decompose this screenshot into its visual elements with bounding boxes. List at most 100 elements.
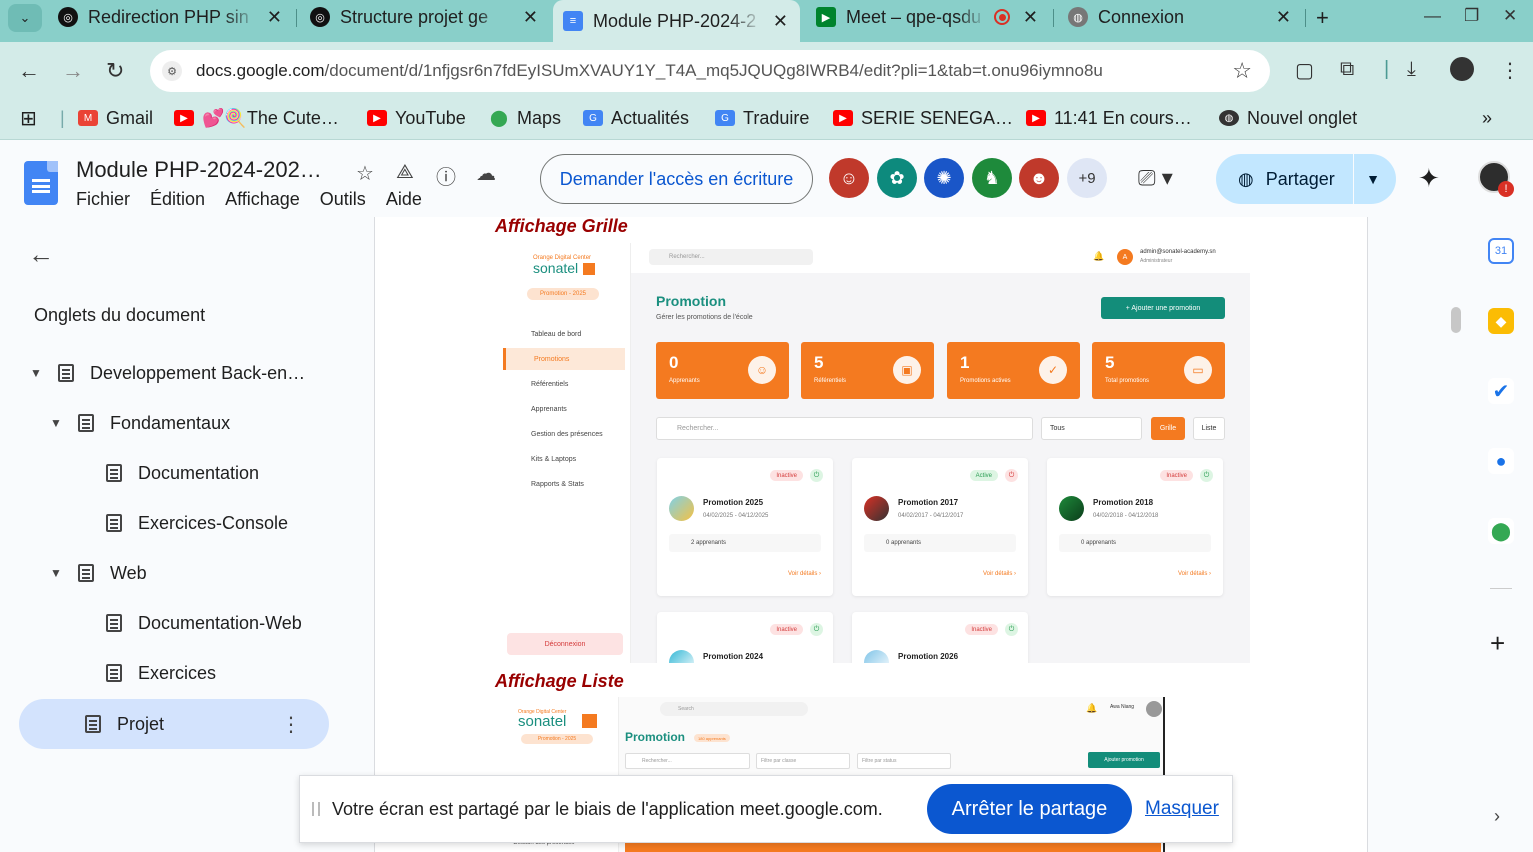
browser-tab[interactable]: ◍ Connexion ✕ (1058, 0, 1303, 34)
book-icon: ▣ (893, 356, 921, 384)
bookmark-item[interactable]: ▶ 💕🍭The Cute… (174, 105, 339, 131)
more-bookmarks-icon[interactable]: » (1482, 105, 1492, 131)
chevron-down-icon[interactable]: ▼ (1366, 171, 1380, 187)
bookmark-item[interactable]: M Gmail (78, 105, 153, 131)
collaborator-avatar[interactable]: ☺ (829, 158, 869, 198)
info-icon[interactable]: ⓘ (436, 161, 456, 190)
minimize-icon[interactable]: — (1424, 6, 1441, 26)
outline-item-selected[interactable]: Projet ⋮ (19, 699, 329, 749)
bookmark-item[interactable]: ◍ Nouvel onglet (1219, 105, 1357, 131)
menu-help[interactable]: Aide (386, 189, 422, 210)
stop-sharing-button[interactable]: Arrêter le partage (927, 784, 1132, 834)
menu-kebab-icon[interactable]: ⋮ (1500, 58, 1520, 83)
browser-tab[interactable]: ▶ Meet – qpe-qsdu ✕ (806, 0, 1050, 34)
tab-title: Structure projet ge (340, 6, 489, 27)
docs-header: Module PHP-2024-202… ☆ ⟁ ⓘ ☁ Fichier Édi… (0, 141, 1533, 217)
close-window-icon[interactable]: ✕ (1503, 6, 1517, 26)
caret-down-icon[interactable]: ▼ (50, 416, 66, 430)
close-icon[interactable]: ✕ (267, 7, 282, 28)
bookmark-item[interactable]: G Actualités (583, 105, 689, 131)
folder-icon: ▭ (1184, 356, 1212, 384)
tasks-icon[interactable]: ✔ (1488, 378, 1514, 404)
url-text: docs.google.com/document/d/1nfjgsr6n7fdE… (196, 61, 1103, 80)
outline-item[interactable]: ▼ Fondamentaux (50, 398, 350, 448)
back-arrow-icon[interactable]: ← (28, 239, 54, 270)
mock-logo: sonatel (533, 260, 579, 276)
bookmark-star-icon[interactable]: ☆ (1232, 58, 1252, 84)
forward-icon[interactable]: → (62, 58, 84, 84)
contacts-icon[interactable]: ● (1488, 448, 1514, 474)
menu-file[interactable]: Fichier (76, 189, 130, 210)
outline-item[interactable]: Documentation (106, 448, 346, 498)
star-icon[interactable]: ☆ (356, 161, 374, 186)
keep-icon[interactable]: ◆ (1488, 308, 1514, 334)
collaborator-avatar[interactable]: ♞ (972, 158, 1012, 198)
outline-item[interactable]: Documentation-Web (106, 598, 346, 648)
add-addon-icon[interactable]: + (1490, 628, 1505, 659)
document-icon (106, 664, 122, 682)
docs-logo-icon[interactable] (24, 161, 58, 205)
hide-link[interactable]: Masquer (1145, 798, 1219, 820)
bookmark-item[interactable]: ▶ 11:41 En cours… (1026, 105, 1192, 131)
menu-view[interactable]: Affichage (225, 189, 300, 210)
more-collaborators-badge[interactable]: +9 (1067, 158, 1107, 198)
outline-item[interactable]: Exercices-Console (106, 498, 346, 548)
menu-bar: Fichier Édition Affichage Outils Aide (76, 189, 422, 210)
bookmark-item[interactable]: ⬤ Maps (489, 105, 561, 131)
chevron-right-icon[interactable]: › (1494, 806, 1500, 827)
account-avatar[interactable]: ! (1478, 161, 1514, 197)
outline-item[interactable]: ▼ Web (50, 548, 350, 598)
bookmark-item[interactable]: ▶ YouTube (367, 105, 466, 131)
calendar-icon[interactable]: 31 (1488, 238, 1514, 264)
tab-share-icon[interactable]: ▢ (1295, 58, 1314, 83)
collaborator-avatar[interactable]: ✺ (924, 158, 964, 198)
more-options-icon[interactable]: ⋮ (281, 712, 301, 737)
cloud-icon[interactable]: ☁ (476, 161, 496, 186)
mock-nav-item: Tableau de bord (531, 330, 582, 338)
browser-tab[interactable]: ◎ Redirection PHP sin ✕ (48, 0, 294, 34)
close-icon[interactable]: ✕ (1276, 7, 1291, 28)
share-button[interactable]: ◍ Partager ▼ (1216, 154, 1396, 204)
caret-down-icon[interactable]: ▼ (50, 566, 66, 580)
meet-camera-icon[interactable]: ⎚ ▾ (1138, 165, 1173, 191)
maps-icon[interactable]: ⬤ (1488, 518, 1514, 544)
outline-item[interactable]: Exercices (106, 648, 346, 698)
restore-icon[interactable]: ❐ (1464, 6, 1479, 26)
menu-tools[interactable]: Outils (320, 189, 366, 210)
bookmark-item[interactable]: G Traduire (715, 105, 809, 131)
close-icon[interactable]: ✕ (773, 11, 788, 32)
screen-sharing-bar: Votre écran est partagé par le biais de … (299, 775, 1233, 843)
mock-promo-card: Inactive ⏻ Promotion 2025 04/02/2025 - 04… (657, 458, 833, 596)
apps-grid-icon[interactable]: ⊞ (20, 105, 37, 131)
browser-tab-active[interactable]: ≡ Module PHP-2024-2 ✕ (553, 0, 800, 42)
separator-icon: | (1384, 58, 1390, 80)
download-icon[interactable]: ⤓ (1407, 58, 1416, 81)
shortcut-icon[interactable]: ⟁ (396, 161, 414, 184)
outline-item[interactable]: ▼ Developpement Back-en… (30, 348, 350, 398)
youtube-icon: ▶ (1026, 110, 1046, 126)
back-icon[interactable]: ← (18, 58, 40, 84)
extensions-icon[interactable]: ⧉ (1340, 58, 1354, 81)
close-icon[interactable]: ✕ (1023, 7, 1038, 28)
document-title[interactable]: Module PHP-2024-202… (76, 157, 322, 183)
scrollbar-thumb[interactable] (1451, 307, 1461, 333)
collaborator-avatar[interactable]: ☻ (1019, 158, 1059, 198)
close-icon[interactable]: ✕ (523, 7, 538, 28)
drag-handle-icon[interactable] (312, 802, 320, 816)
request-edit-access-button[interactable]: Demander l'accès en écriture (540, 154, 813, 204)
collaborator-avatar[interactable]: ✿ (877, 158, 917, 198)
menu-edit[interactable]: Édition (150, 189, 205, 210)
gemini-sparkle-icon[interactable]: ✦ (1418, 163, 1440, 194)
profile-avatar[interactable] (1450, 57, 1474, 81)
browser-tab[interactable]: ◎ Structure projet ge ✕ (300, 0, 550, 34)
site-settings-icon[interactable]: ⚙ (162, 61, 182, 81)
bookmark-item[interactable]: ▶ SERIE SENEGA… (833, 105, 1013, 131)
new-tab-icon[interactable]: + (1316, 5, 1329, 31)
caret-down-icon[interactable]: ▼ (30, 366, 46, 380)
users-icon: ☺ (748, 356, 776, 384)
address-bar[interactable]: ⚙ docs.google.com/document/d/1nfjgsr6n7f… (150, 50, 1270, 92)
bookmarks-bar: ⊞ | M Gmail ▶ 💕🍭The Cute… ▶ YouTube ⬤ Maps G… (0, 98, 1533, 140)
tab-search-button[interactable]: ⌄ (8, 4, 42, 32)
tab-title: Module PHP-2024-2 (593, 10, 757, 31)
reload-icon[interactable]: ↻ (106, 58, 124, 84)
